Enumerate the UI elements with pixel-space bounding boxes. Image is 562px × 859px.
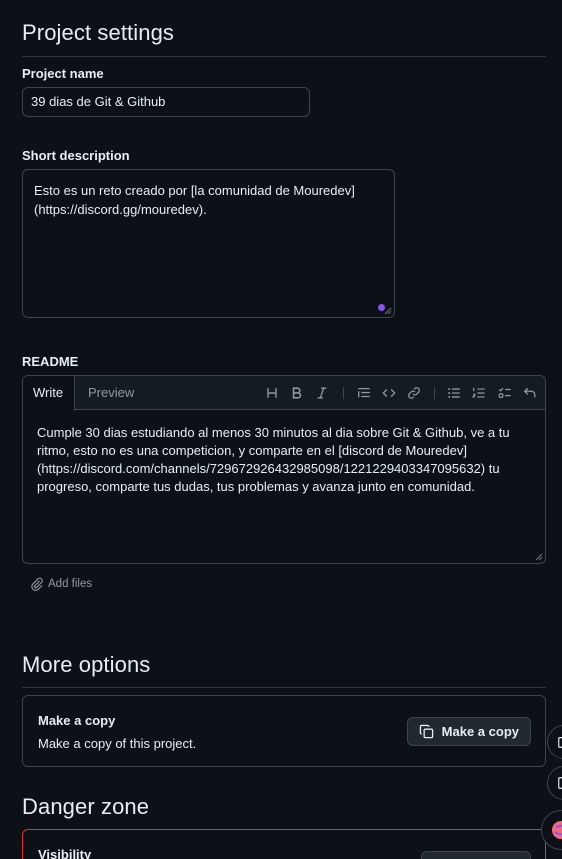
tab-preview[interactable]: Preview <box>77 376 145 410</box>
short-description-textarea[interactable]: Esto es un reto creado por [la comunidad… <box>22 169 395 318</box>
toolbar-separator <box>434 387 435 399</box>
make-copy-button[interactable]: Make a copy <box>406 717 531 746</box>
project-name-label: Project name <box>22 66 104 81</box>
heading-icon[interactable] <box>264 385 280 401</box>
tab-write[interactable]: Write <box>23 376 76 411</box>
quote-icon[interactable] <box>356 385 372 401</box>
task-list-icon[interactable] <box>497 385 513 401</box>
floating-edit-button[interactable] <box>547 725 562 759</box>
add-files-label: Add files <box>48 578 93 590</box>
add-files-button[interactable]: Add files <box>30 577 92 591</box>
make-copy-card: Make a copy Make a copy of this project.… <box>22 695 546 767</box>
readme-label: README <box>22 354 79 369</box>
paperclip-icon <box>31 577 43 591</box>
project-settings-page: Project settings Project name 39 dias de… <box>0 0 562 859</box>
numbered-list-icon[interactable] <box>471 385 487 401</box>
make-copy-title: Make a copy <box>38 713 116 728</box>
toolbar-separator <box>343 387 344 399</box>
link-icon[interactable] <box>406 385 422 401</box>
more-options-heading: More options <box>22 652 151 677</box>
edit-icon <box>558 737 562 748</box>
undo-icon[interactable] <box>522 385 538 401</box>
readme-textarea[interactable]: Cumple 30 dias estudiando al menos 30 mi… <box>37 424 533 496</box>
visibility-title: Visibility <box>38 847 92 859</box>
project-name-input[interactable]: 39 dias de Git & Github <box>22 87 310 117</box>
danger-zone-card: Visibility <box>22 829 546 859</box>
resize-handle-icon[interactable] <box>535 553 543 561</box>
short-description-label: Short description <box>22 148 130 163</box>
readme-editor: Write Preview Cumple 30 dias estudiando … <box>22 375 546 564</box>
bold-icon[interactable] <box>289 385 305 401</box>
divider <box>22 56 546 57</box>
divider <box>22 687 546 688</box>
floating-copy-button[interactable] <box>547 766 562 800</box>
danger-zone-heading: Danger zone <box>22 794 150 819</box>
make-copy-description: Make a copy of this project. <box>38 736 197 751</box>
copy-icon <box>419 724 433 739</box>
italic-icon[interactable] <box>314 385 330 401</box>
assistant-brain-icon <box>552 821 562 839</box>
make-copy-button-label: Make a copy <box>441 724 519 739</box>
change-visibility-button[interactable] <box>421 851 531 859</box>
editor-toolbar: Write Preview <box>23 376 545 411</box>
resize-handle-icon[interactable] <box>384 307 392 315</box>
short-description-text: Esto es un reto creado por [la comunidad… <box>34 183 355 217</box>
page-title: Project settings <box>22 20 175 45</box>
copy-icon <box>558 777 562 789</box>
code-icon[interactable] <box>381 385 397 401</box>
bulleted-list-icon[interactable] <box>446 385 462 401</box>
